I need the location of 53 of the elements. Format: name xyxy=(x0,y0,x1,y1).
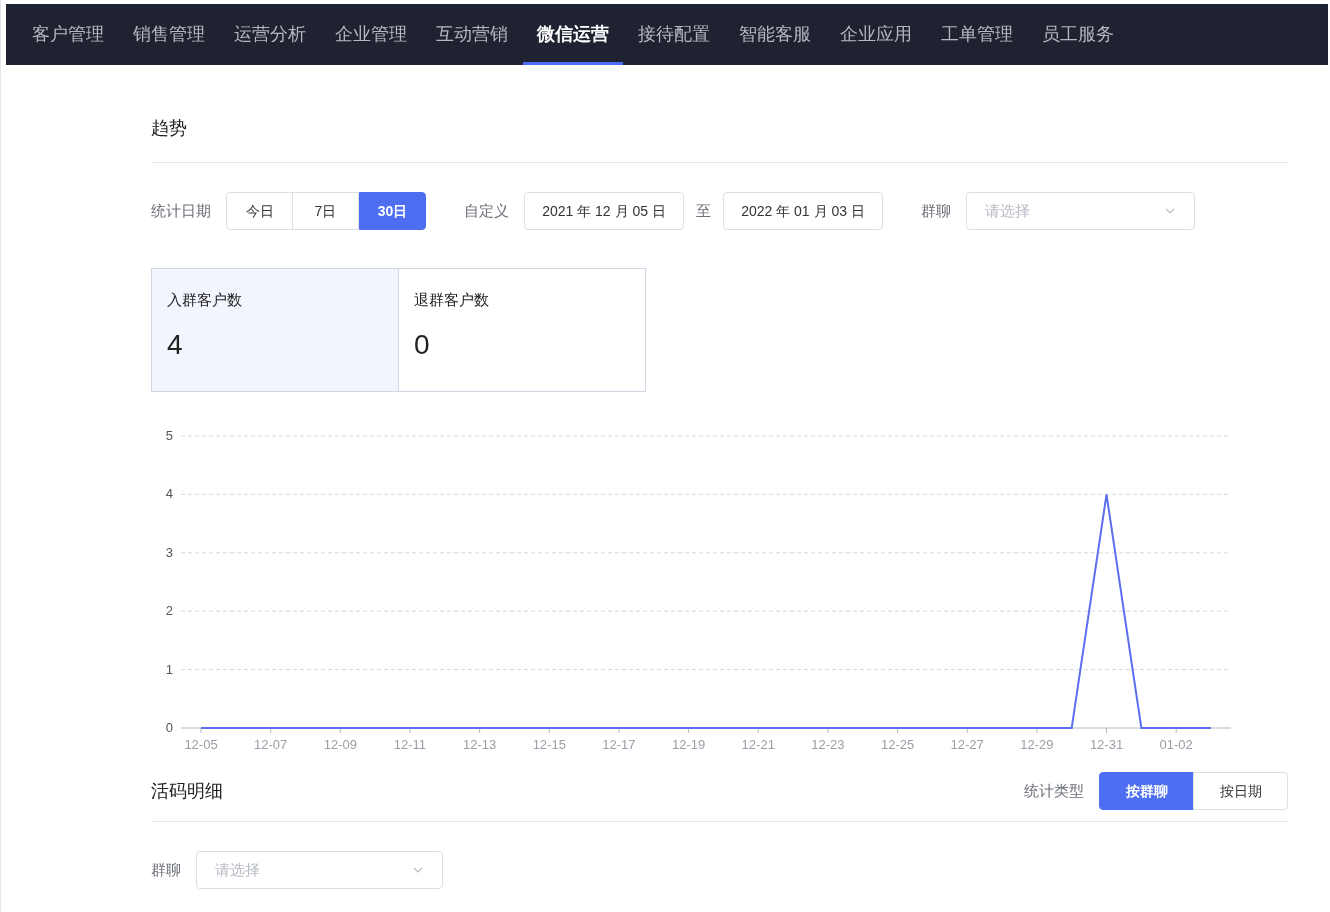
range-toggle[interactable]: 30日 xyxy=(359,192,426,230)
range-separator: 至 xyxy=(696,200,711,221)
stat-label: 退群客户数 xyxy=(414,290,490,310)
nav-tab[interactable]: 工单管理 xyxy=(927,4,1027,65)
x-axis-label: 12-23 xyxy=(811,737,845,752)
stat-card[interactable]: 退群客户数 0 xyxy=(398,268,646,392)
filter-label: 群聊 xyxy=(921,200,951,221)
x-axis-label: 12-29 xyxy=(1020,737,1054,752)
x-axis-label: 12-25 xyxy=(880,737,915,752)
filter-label: 自定义 xyxy=(464,200,509,221)
type-toggle[interactable]: 按日期 xyxy=(1193,772,1288,810)
nav-tab[interactable]: 销售管理 xyxy=(119,4,219,65)
range-toggle[interactable]: 7日 xyxy=(292,192,359,230)
date-field[interactable]: 2021 年 12 月 05 日 xyxy=(524,192,684,230)
filter-label: 统计类型 xyxy=(1024,780,1084,801)
date-field[interactable]: 2022 年 01 月 03 日 xyxy=(723,192,883,230)
nav-tab[interactable]: 互动营销 xyxy=(422,4,522,65)
x-axis-label: 12-27 xyxy=(950,737,984,752)
x-axis-label: 12-15 xyxy=(532,737,566,752)
x-axis-label: 12-13 xyxy=(463,737,497,752)
nav-tab[interactable]: 微信运营 xyxy=(523,4,623,65)
nav-tab[interactable]: 企业管理 xyxy=(321,4,421,65)
x-axis-label: 12-09 xyxy=(323,737,357,752)
stat-card[interactable]: 入群客户数 4 xyxy=(151,268,399,392)
y-axis-label: 2 xyxy=(165,603,173,619)
stat-label: 入群客户数 xyxy=(167,290,243,310)
x-axis-label: 12-31 xyxy=(1089,737,1124,752)
x-axis-label: 12-05 xyxy=(184,737,218,752)
x-axis-label: 12-07 xyxy=(254,737,288,752)
y-axis-label: 0 xyxy=(165,720,173,735)
nav-tab[interactable]: 员工服务 xyxy=(1028,4,1128,65)
type-toggle[interactable]: 按群聊 xyxy=(1099,772,1194,810)
nav-tab[interactable]: 接待配置 xyxy=(624,4,724,65)
nav-tab[interactable]: 客户管理 xyxy=(18,4,118,65)
nav-tab[interactable]: 运营分析 xyxy=(220,4,320,65)
x-axis-label: 12-17 xyxy=(602,737,636,752)
stat-value: 4 xyxy=(167,327,184,362)
filter-label: 群聊 xyxy=(151,859,181,880)
x-axis-label: 12-19 xyxy=(671,737,706,752)
section-title: 活码明细 xyxy=(151,779,223,803)
stat-value: 0 xyxy=(414,327,431,362)
y-axis-label: 3 xyxy=(165,544,173,560)
filter-label: 统计日期 xyxy=(151,200,211,221)
x-axis-label: 12-11 xyxy=(393,737,427,752)
range-toggle[interactable]: 今日 xyxy=(226,192,293,230)
x-axis-label: 12-21 xyxy=(741,737,775,752)
nav-tab[interactable]: 企业应用 xyxy=(826,4,926,65)
nav-tab[interactable]: 智能客服 xyxy=(725,4,825,65)
y-axis-label: 1 xyxy=(165,661,173,677)
y-axis-label: 5 xyxy=(165,428,173,443)
x-axis-label: 01-02 xyxy=(1159,737,1193,752)
y-axis-label: 4 xyxy=(165,486,173,502)
section-title: 趋势 xyxy=(151,118,187,138)
